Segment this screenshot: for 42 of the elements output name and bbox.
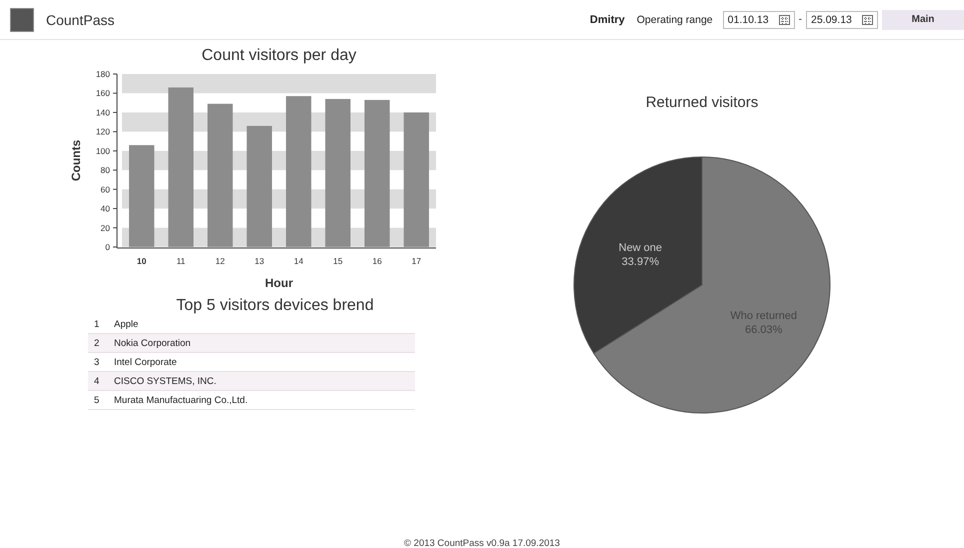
main-menu-button[interactable]: Main: [882, 10, 964, 30]
rank-cell: 2: [88, 334, 108, 352]
date-to-field[interactable]: 25.09.13: [806, 10, 878, 28]
y-axis-title: Counts: [69, 140, 83, 182]
y-tick-label: 60: [100, 184, 110, 194]
x-axis-title: Hour: [265, 276, 293, 290]
range-label: Operating range: [636, 14, 713, 26]
rank-cell: 5: [88, 390, 108, 410]
x-tick-label: 11: [176, 256, 186, 266]
device-name-cell: Nokia Corporation: [108, 334, 415, 352]
device-name-cell: CISCO SYSTEMS, INC.: [108, 372, 415, 390]
y-tick-label: 100: [96, 146, 110, 156]
app-logo: [10, 8, 34, 32]
calendar-icon[interactable]: [862, 14, 873, 24]
chart-title: Count visitors per day: [202, 47, 356, 64]
chart-title: Returned visitors: [646, 94, 758, 111]
calendar-icon[interactable]: [778, 14, 790, 24]
device-name-cell: Murata Manufactuaring Co.,Ltd.: [108, 390, 415, 410]
devices-title: Top 5 visitors devices brend: [175, 297, 375, 315]
x-tick-label: 16: [372, 256, 382, 266]
y-tick-label: 140: [96, 107, 110, 118]
x-tick-label: 12: [215, 256, 225, 266]
x-tick-label: 13: [254, 256, 264, 266]
date-from-field[interactable]: 01.10.13: [722, 10, 795, 28]
app-name: CountPass: [46, 12, 114, 28]
y-tick-label: 0: [105, 242, 110, 252]
y-tick-label: 180: [96, 69, 110, 79]
x-tick-label: 10: [136, 256, 146, 266]
footer-text: © 2013 CountPass v0.9a 17.09.2013: [403, 538, 561, 548]
y-tick-label: 80: [100, 165, 110, 176]
y-tick-label: 20: [100, 222, 110, 233]
x-tick-label: 15: [333, 256, 343, 266]
slice-label: New one: [618, 242, 662, 254]
rank-cell: 4: [88, 372, 108, 390]
user-name[interactable]: Dmitry: [590, 14, 625, 26]
slice-value: 33.97%: [622, 256, 659, 268]
y-tick-label: 120: [96, 126, 110, 137]
y-tick-label: 40: [100, 204, 110, 214]
date-separator: -: [798, 14, 802, 25]
x-tick-label: 17: [412, 256, 422, 266]
x-tick-label: 14: [294, 256, 304, 266]
y-tick-label: 160: [96, 88, 110, 98]
